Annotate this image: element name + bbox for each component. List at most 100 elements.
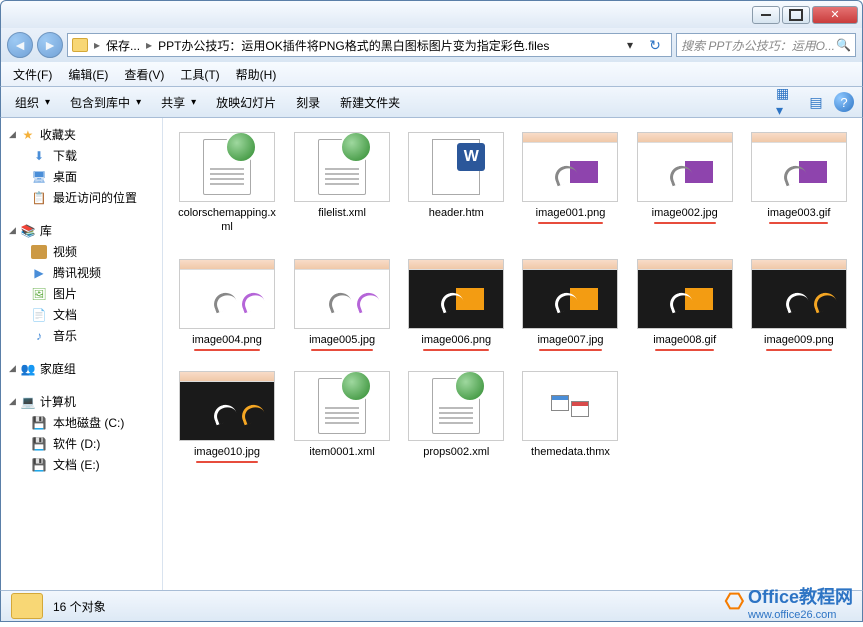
- sidebar-favorites-label: 收藏夹: [40, 126, 76, 143]
- file-list: colorschemapping.xml filelist.xml Wheader.…: [163, 118, 862, 590]
- watermark-url: www.office26.com: [748, 609, 853, 621]
- newfolder-button[interactable]: 新建文件夹: [332, 90, 408, 115]
- sidebar-libraries[interactable]: ◢📚库: [1, 220, 162, 241]
- menu-view[interactable]: 查看(V): [116, 64, 172, 85]
- address-bar-row: ◄ ► ▸ 保存... ▸ PPT办公技巧：运用OK插件将PNG格式的黑白图标图…: [0, 28, 863, 62]
- search-placeholder: 搜索 PPT办公技巧：运用O...: [681, 37, 835, 54]
- file-thumbnail: [294, 371, 390, 441]
- file-name-label: header.htm: [429, 206, 484, 220]
- sidebar-music[interactable]: ♪音乐: [1, 325, 162, 346]
- toolbar: 组织 包含到库中 共享 放映幻灯片 刻录 新建文件夹 ▦ ▾ ▤ ?: [0, 86, 863, 118]
- file-thumbnail: [408, 259, 504, 329]
- file-item[interactable]: item0001.xml: [289, 367, 395, 463]
- refresh-button[interactable]: ↻: [643, 34, 667, 56]
- search-icon: 🔍: [836, 38, 851, 52]
- address-dropdown[interactable]: ▾: [621, 34, 639, 56]
- minimize-button[interactable]: [752, 6, 780, 24]
- watermark-title: Office教程网: [748, 587, 853, 607]
- back-button[interactable]: ◄: [7, 32, 33, 58]
- status-folder-icon: [11, 593, 43, 619]
- file-item[interactable]: image004.png: [173, 255, 281, 351]
- sidebar-disk-e[interactable]: 💾文档 (E:): [1, 454, 162, 475]
- help-button[interactable]: ?: [832, 90, 856, 114]
- burn-button[interactable]: 刻录: [288, 90, 328, 115]
- file-name-label: image008.gif: [653, 333, 716, 347]
- file-name-label: image010.jpg: [194, 445, 260, 459]
- breadcrumb-seg2[interactable]: PPT办公技巧：运用OK插件将PNG格式的黑白图标图片变为指定彩色.files: [158, 37, 549, 54]
- maximize-button[interactable]: [782, 6, 810, 24]
- file-thumbnail: [751, 259, 847, 329]
- file-thumbnail: [637, 132, 733, 202]
- sidebar-pictures[interactable]: 🖼图片: [1, 283, 162, 304]
- forward-button[interactable]: ►: [37, 32, 63, 58]
- slideshow-button[interactable]: 放映幻灯片: [208, 90, 284, 115]
- file-thumbnail: [294, 259, 390, 329]
- file-item[interactable]: image010.jpg: [173, 367, 281, 463]
- file-name-label: image005.jpg: [309, 333, 375, 347]
- main-area: ◢★收藏夹 ⬇下载 🖥桌面 📋最近访问的位置 ◢📚库 视频 ▶腾讯视频 🖼图片 …: [0, 118, 863, 590]
- sidebar-tencent[interactable]: ▶腾讯视频: [1, 262, 162, 283]
- sidebar-downloads[interactable]: ⬇下载: [1, 145, 162, 166]
- navigation-sidebar: ◢★收藏夹 ⬇下载 🖥桌面 📋最近访问的位置 ◢📚库 视频 ▶腾讯视频 🖼图片 …: [1, 118, 163, 590]
- file-thumbnail: [522, 259, 618, 329]
- menu-tools[interactable]: 工具(T): [172, 64, 227, 85]
- file-item[interactable]: image003.gif: [746, 128, 852, 239]
- file-name-label: colorschemapping.xml: [177, 206, 277, 235]
- sidebar-recent[interactable]: 📋最近访问的位置: [1, 187, 162, 208]
- file-item[interactable]: image001.png: [517, 128, 623, 239]
- file-thumbnail: [294, 132, 390, 202]
- breadcrumb-seg1[interactable]: 保存...: [106, 37, 140, 54]
- sidebar-disk-c[interactable]: 💾本地磁盘 (C:): [1, 412, 162, 433]
- file-name-label: image009.png: [764, 333, 834, 347]
- titlebar: ✕: [0, 0, 863, 28]
- breadcrumb-sep: ▸: [144, 38, 154, 52]
- file-name-label: item0001.xml: [309, 445, 374, 459]
- include-button[interactable]: 包含到库中: [62, 90, 149, 115]
- file-item[interactable]: image002.jpg: [632, 128, 738, 239]
- preview-pane-button[interactable]: ▤: [804, 90, 828, 114]
- file-item[interactable]: colorschemapping.xml: [173, 128, 281, 239]
- file-thumbnail: [637, 259, 733, 329]
- file-thumbnail: W: [408, 132, 504, 202]
- watermark: ⎔ Office教程网 www.office26.com: [725, 583, 853, 621]
- close-button[interactable]: ✕: [812, 6, 858, 24]
- sidebar-disk-d[interactable]: 💾软件 (D:): [1, 433, 162, 454]
- file-item[interactable]: image007.jpg: [517, 255, 623, 351]
- file-item[interactable]: props002.xml: [403, 367, 509, 463]
- file-item[interactable]: image005.jpg: [289, 255, 395, 351]
- file-item[interactable]: filelist.xml: [289, 128, 395, 239]
- file-name-label: image007.jpg: [537, 333, 603, 347]
- file-name-label: themedata.thmx: [531, 445, 610, 459]
- view-options-button[interactable]: ▦ ▾: [776, 90, 800, 114]
- file-name-label: image003.gif: [767, 206, 830, 220]
- organize-button[interactable]: 组织: [7, 90, 58, 115]
- file-item[interactable]: image006.png: [403, 255, 509, 351]
- sidebar-favorites[interactable]: ◢★收藏夹: [1, 124, 162, 145]
- sidebar-documents[interactable]: 📄文档: [1, 304, 162, 325]
- sidebar-computer[interactable]: ◢💻计算机: [1, 391, 162, 412]
- file-item[interactable]: Wheader.htm: [403, 128, 509, 239]
- file-item[interactable]: image008.gif: [632, 255, 738, 351]
- file-name-label: filelist.xml: [318, 206, 366, 220]
- file-item[interactable]: image009.png: [746, 255, 852, 351]
- file-name-label: image004.png: [192, 333, 262, 347]
- breadcrumb-sep: ▸: [92, 38, 102, 52]
- file-thumbnail: [408, 371, 504, 441]
- office-logo-icon: ⎔: [725, 589, 744, 615]
- menu-file[interactable]: 文件(F): [5, 64, 60, 85]
- folder-icon: [72, 38, 88, 52]
- address-bar[interactable]: ▸ 保存... ▸ PPT办公技巧：运用OK插件将PNG格式的黑白图标图片变为指…: [67, 33, 672, 57]
- search-input[interactable]: 搜索 PPT办公技巧：运用O... 🔍: [676, 33, 856, 57]
- sidebar-homegroup[interactable]: ◢👥家庭组: [1, 358, 162, 379]
- file-item[interactable]: themedata.thmx: [517, 367, 623, 463]
- file-thumbnail: [522, 371, 618, 441]
- share-button[interactable]: 共享: [153, 90, 204, 115]
- sidebar-videos[interactable]: 视频: [1, 241, 162, 262]
- sidebar-desktop[interactable]: 🖥桌面: [1, 166, 162, 187]
- file-name-label: props002.xml: [423, 445, 489, 459]
- file-thumbnail: [522, 132, 618, 202]
- menu-edit[interactable]: 编辑(E): [60, 64, 116, 85]
- file-thumbnail: [179, 259, 275, 329]
- menu-help[interactable]: 帮助(H): [228, 64, 285, 85]
- status-count: 16 个对象: [53, 598, 106, 615]
